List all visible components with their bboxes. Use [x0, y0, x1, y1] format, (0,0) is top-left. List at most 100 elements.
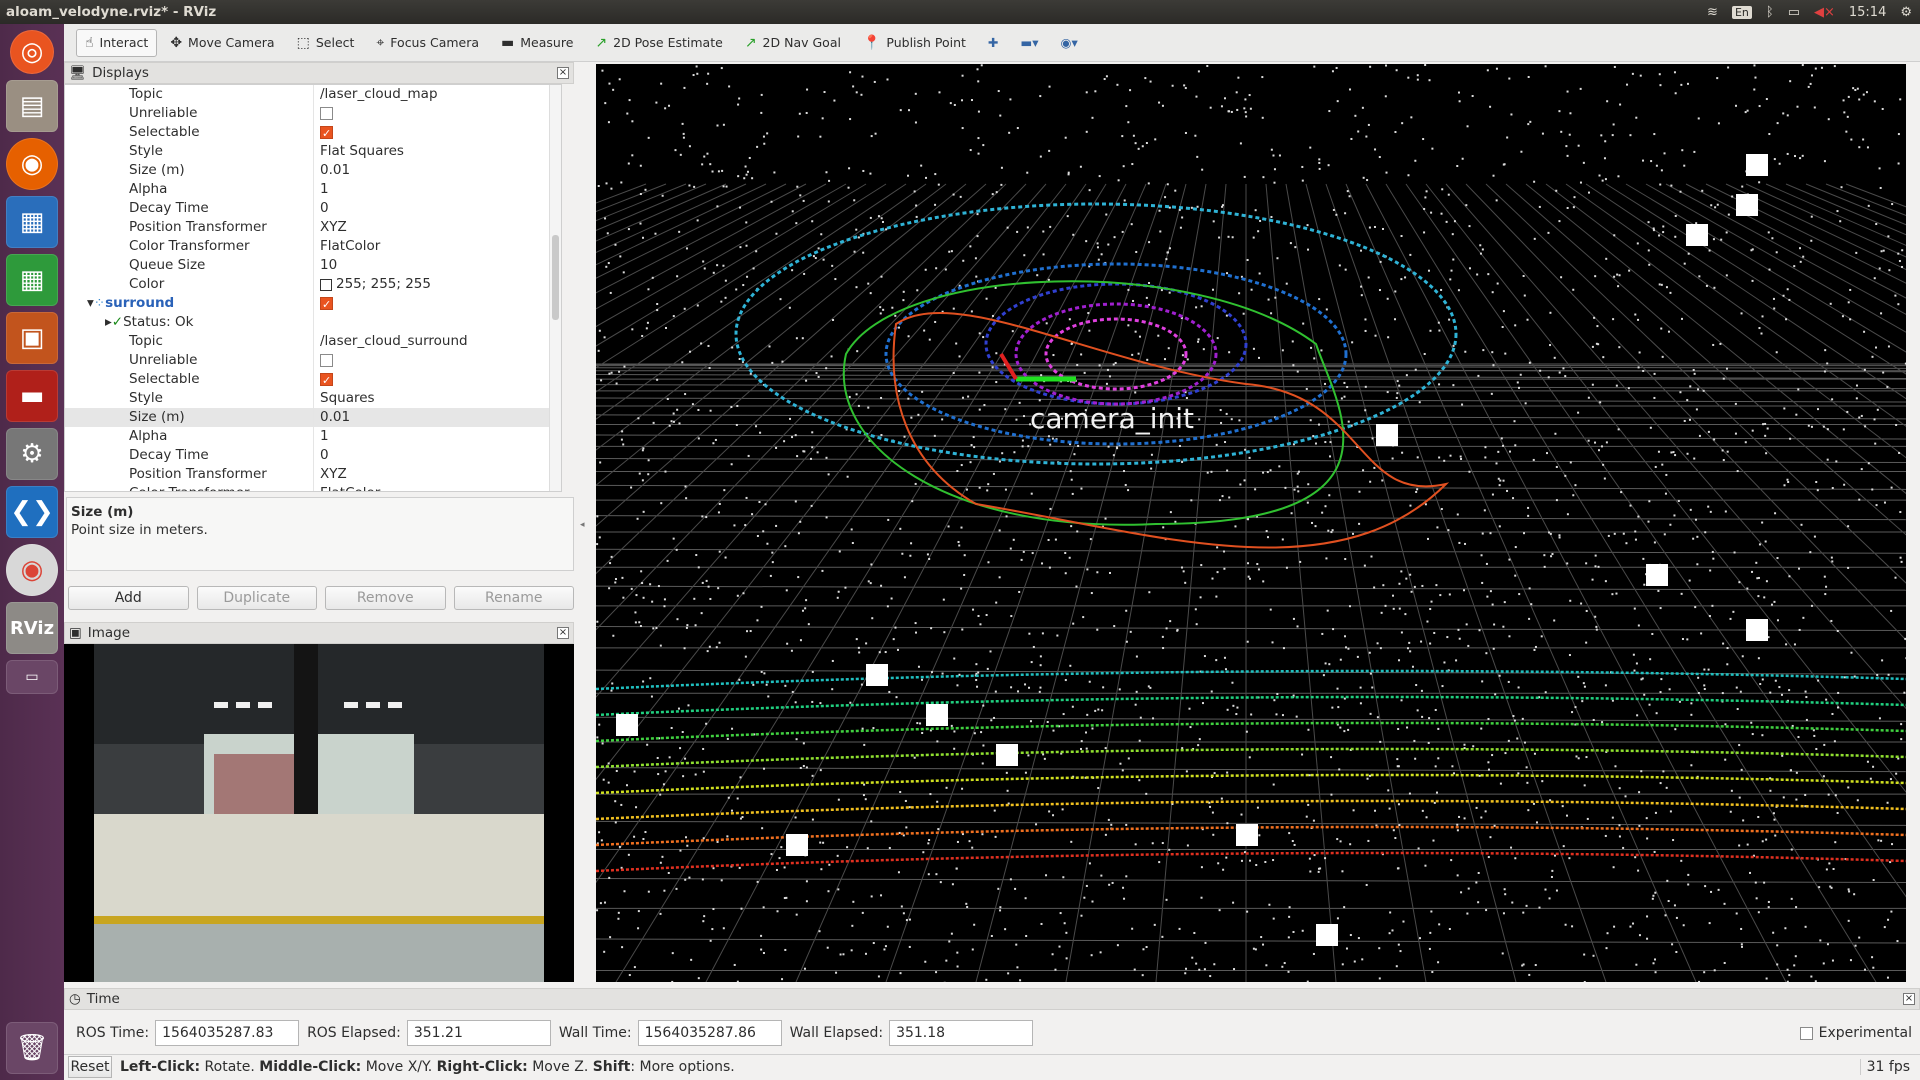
wall-elapsed-field[interactable]: 351.18	[889, 1020, 1034, 1046]
experimental-option[interactable]: Experimental	[1799, 1025, 1912, 1041]
property-value[interactable]: /laser_cloud_surround	[314, 332, 468, 351]
tool-select[interactable]: ⬚ Select	[288, 29, 364, 57]
property-value[interactable]: 1	[314, 427, 329, 446]
gear-icon[interactable]: ⚙	[1900, 5, 1912, 20]
add-tool-icon[interactable]: ✚	[979, 29, 1007, 57]
property-value[interactable]: XYZ	[314, 218, 347, 237]
add-button[interactable]: Add	[68, 586, 189, 610]
view-options-icon[interactable]: ◉▾	[1052, 29, 1087, 57]
property-row[interactable]: Size (m) 0.01	[65, 408, 561, 427]
ros-time-field[interactable]: 1564035287.83	[155, 1020, 300, 1046]
workspace-icon[interactable]: ▭	[6, 660, 58, 694]
property-value[interactable]	[314, 104, 333, 123]
duplicate-button[interactable]: Duplicate	[196, 586, 317, 610]
property-value[interactable]: 255; 255; 255	[314, 275, 431, 294]
property-value[interactable]: Squares	[314, 389, 375, 408]
volume-muted-icon[interactable]: ◀×	[1814, 5, 1835, 20]
property-row[interactable]: Alpha 1	[65, 180, 561, 199]
remove-button[interactable]: Remove	[325, 586, 446, 610]
remove-tool-icon[interactable]: ▬▾	[1011, 29, 1047, 57]
wall-time-field[interactable]: 1564035287.86	[637, 1020, 782, 1046]
property-row[interactable]: Color TransformerFlatColor	[65, 484, 561, 491]
property-value[interactable]	[314, 294, 333, 314]
vertical-scrollbar[interactable]	[549, 85, 561, 491]
property-row[interactable]: Unreliable	[65, 351, 561, 370]
property-value[interactable]	[314, 123, 333, 143]
expand-arrow-icon[interactable]: ▾	[87, 294, 94, 313]
experimental-checkbox[interactable]	[1799, 1026, 1813, 1040]
property-row[interactable]: Selectable	[65, 123, 561, 143]
property-checkbox[interactable]	[320, 124, 333, 143]
property-checkbox[interactable]	[320, 295, 333, 314]
property-row[interactable]: ▸ ✓ Status: Ok	[65, 313, 561, 332]
property-value[interactable]: 0.01	[314, 161, 350, 180]
property-value[interactable]: 0	[314, 199, 329, 218]
property-value[interactable]: FlatColor	[314, 484, 380, 491]
tool-measure[interactable]: ▬ Measure	[492, 29, 582, 57]
property-value[interactable]: 10	[314, 256, 337, 275]
property-row[interactable]: Topic/laser_cloud_surround	[65, 332, 561, 351]
splitter-handle[interactable]: ◂	[580, 520, 586, 530]
trash-icon[interactable]: 🗑	[6, 1022, 58, 1074]
tool-focus-camera[interactable]: ⌖ Focus Camera	[367, 29, 488, 57]
property-tree[interactable]: Topic/laser_cloud_map Unreliable Selectabl…	[64, 84, 562, 492]
rename-button[interactable]: Rename	[453, 586, 574, 610]
reset-button[interactable]: Reset	[68, 1055, 112, 1078]
property-row[interactable]: Topic/laser_cloud_map	[65, 85, 561, 104]
property-row[interactable]: Position Transformer XYZ	[65, 218, 561, 237]
tool-2d-pose-estimate[interactable]: ↗ 2D Pose Estimate	[586, 29, 731, 57]
property-value[interactable]: 1	[314, 180, 329, 199]
property-row[interactable]: Color 255; 255; 255	[65, 275, 561, 294]
property-value[interactable]: 0	[314, 446, 329, 465]
property-value[interactable]	[314, 351, 333, 370]
tool-move-camera[interactable]: ✥ Move Camera	[161, 29, 283, 57]
property-row[interactable]: Position Transformer XYZ	[65, 465, 561, 484]
calc-icon[interactable]: ▦	[6, 254, 58, 306]
property-row[interactable]: Style Squares	[65, 389, 561, 408]
writer-icon[interactable]: ▦	[6, 196, 58, 248]
battery-icon[interactable]: ▭	[1788, 5, 1800, 20]
tool-2d-nav-goal[interactable]: ↗ 2D Nav Goal	[736, 29, 850, 57]
property-row[interactable]: Size (m) 0.01	[65, 161, 561, 180]
property-value[interactable]: Flat Squares	[314, 142, 404, 161]
property-value[interactable]	[314, 313, 320, 332]
tool-interact[interactable]: ☝ Interact	[76, 28, 158, 57]
property-value[interactable]: FlatColor	[314, 237, 380, 256]
property-row[interactable]: Color TransformerFlatColor	[65, 237, 561, 256]
wifi-icon[interactable]: ≋	[1707, 5, 1718, 20]
property-row[interactable]: Decay Time 0	[65, 199, 561, 218]
close-icon[interactable]: ×	[1903, 993, 1915, 1005]
ros-elapsed-field[interactable]: 351.21	[406, 1020, 551, 1046]
chrome-icon[interactable]: ◉	[6, 544, 58, 596]
property-row[interactable]: Unreliable	[65, 104, 561, 123]
property-row[interactable]: Queue Size 10	[65, 256, 561, 275]
property-checkbox[interactable]	[320, 354, 333, 367]
settings-icon[interactable]: ⚙	[6, 428, 58, 480]
property-value[interactable]	[314, 370, 333, 390]
property-row[interactable]: Selectable	[65, 370, 561, 390]
vscode-icon[interactable]: ❮❯	[6, 486, 58, 538]
expand-arrow-icon[interactable]: ▸	[105, 313, 112, 332]
property-checkbox[interactable]	[320, 371, 333, 390]
3d-viewport[interactable]: camera_init	[596, 64, 1906, 982]
ubuntu-dash-icon[interactable]: ◎	[10, 30, 54, 74]
property-row[interactable]: Alpha 1	[65, 427, 561, 446]
rviz-icon[interactable]: RViz	[6, 602, 58, 654]
firefox-icon[interactable]: ◉	[6, 138, 58, 190]
property-value[interactable]: /laser_cloud_map	[314, 85, 438, 104]
software-icon[interactable]: ▬	[6, 370, 58, 422]
files-icon[interactable]: ▤	[6, 80, 58, 132]
property-value[interactable]: XYZ	[314, 465, 347, 484]
property-checkbox[interactable]	[320, 107, 333, 120]
close-icon[interactable]: ×	[557, 627, 569, 639]
property-value[interactable]: 0.01	[314, 408, 350, 427]
property-row[interactable]: Style Flat Squares	[65, 142, 561, 161]
keyboard-layout-indicator[interactable]: En	[1731, 5, 1752, 19]
color-swatch[interactable]	[320, 278, 332, 291]
close-icon[interactable]: ×	[557, 67, 569, 79]
tool-publish-point[interactable]: 📍 Publish Point	[854, 29, 975, 57]
bluetooth-icon[interactable]: ᛒ	[1766, 5, 1774, 20]
clock[interactable]: 15:14	[1849, 5, 1886, 20]
impress-icon[interactable]: ▣	[6, 312, 58, 364]
property-row[interactable]: ▾ ⁘ surround	[65, 294, 561, 314]
